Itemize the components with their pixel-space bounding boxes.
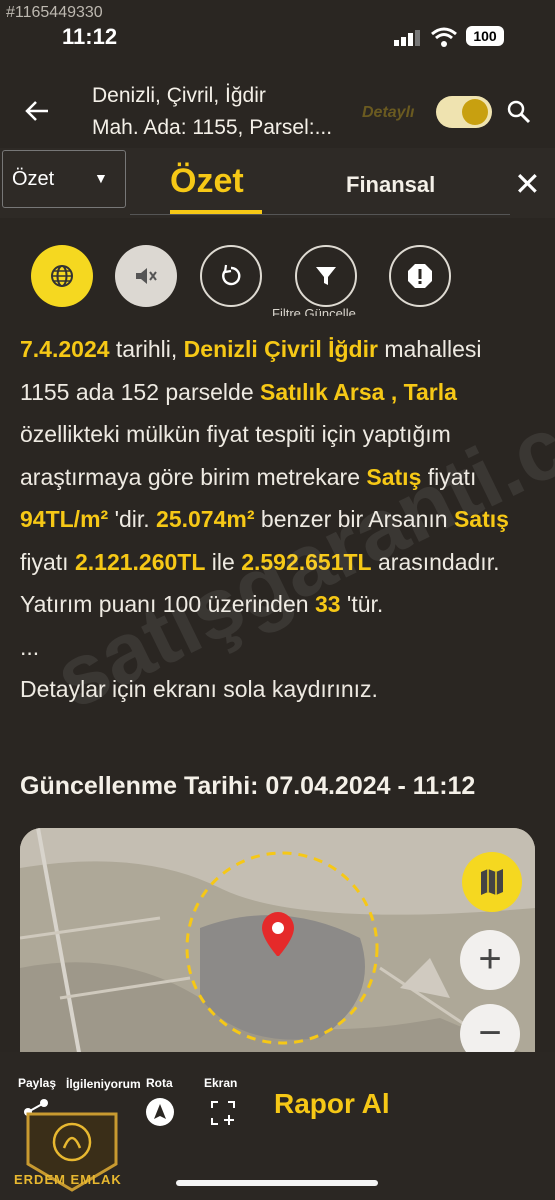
share-label[interactable]: Paylaş — [18, 1076, 56, 1090]
get-report-button[interactable]: Rapor Al — [274, 1088, 390, 1120]
refresh-icon — [222, 264, 241, 286]
mute-button[interactable] — [115, 245, 177, 307]
close-icon[interactable]: ✕ — [514, 168, 541, 200]
location-text: Denizli Çivril İğdir — [183, 336, 378, 362]
interested-label[interactable]: İlgileniyorum — [66, 1076, 141, 1093]
text-segment: fiyatı — [20, 548, 75, 575]
ellipsis: ... — [20, 633, 40, 660]
navigation-arrow-icon — [154, 1104, 166, 1119]
filter-update-label: Filtre Güncelle — [272, 306, 356, 316]
valuation-date: 7.4.2024 — [20, 336, 110, 362]
wifi-icon — [431, 27, 457, 47]
unit-price: 94TL/m² — [20, 506, 109, 532]
listing-title-line2: Mah. Ada: 1155, Parsel:... — [92, 116, 333, 139]
battery-indicator: 100 — [466, 26, 504, 46]
chevron-down-icon: ▼ — [94, 170, 108, 186]
tab-divider — [130, 214, 510, 215]
land-area: 25.074m² — [156, 506, 255, 532]
location-map[interactable] — [20, 828, 535, 1058]
map-icon — [481, 869, 503, 895]
detail-toggle-knob — [462, 99, 488, 125]
route-button[interactable] — [146, 1098, 174, 1126]
home-indicator[interactable] — [176, 1180, 378, 1186]
globe-icon — [51, 265, 73, 287]
report-issue-button[interactable] — [389, 245, 451, 307]
map-layers-button[interactable] — [462, 852, 522, 912]
logo-text: ERDEM EMLAK — [14, 1172, 122, 1187]
status-time: 11:12 — [62, 24, 118, 49]
screen-label[interactable]: Ekran — [204, 1076, 237, 1090]
filter-button[interactable] — [295, 245, 357, 307]
update-date: Güncellenme Tarihi: 07.04.2024 - 11:12 — [20, 772, 476, 800]
view-select-value: Özet — [12, 168, 55, 190]
signal-icon — [394, 30, 420, 46]
globe-button[interactable] — [31, 245, 93, 307]
detail-toggle-label: Detaylı — [362, 104, 415, 121]
zoom-in-button[interactable]: + — [460, 930, 520, 990]
search-icon[interactable] — [506, 99, 532, 125]
speaker-muted-icon — [136, 268, 157, 284]
text-segment: tarihli, — [109, 336, 184, 362]
route-label[interactable]: Rota — [146, 1076, 173, 1090]
active-tab-indicator — [170, 210, 262, 214]
refresh-button[interactable] — [200, 245, 262, 307]
property-type: Satılık Arsa , Tarla — [260, 378, 457, 405]
listing-title-line1: Denizli, Çivril, İğdir — [92, 84, 266, 107]
tab-finansal[interactable]: Finansal — [346, 172, 435, 198]
alert-icon — [408, 264, 432, 288]
text-segment: 'dir. — [108, 506, 150, 532]
screenshot-icon[interactable] — [210, 1100, 236, 1126]
filter-icon — [316, 267, 336, 285]
listing-id-watermark: #1165449330 — [6, 4, 103, 21]
tab-ozet[interactable]: Özet — [170, 162, 244, 201]
back-arrow-icon[interactable] — [22, 96, 52, 126]
satellite-map-image — [20, 828, 535, 1058]
